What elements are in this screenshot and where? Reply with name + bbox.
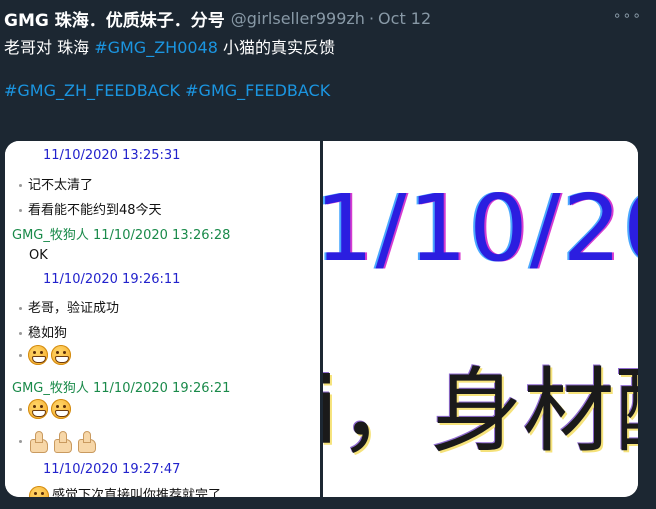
tweet-text-line-2: #GMG_ZH_FEEDBACK #GMG_FEEDBACK bbox=[4, 81, 330, 100]
chat-message: 稳如狗 bbox=[19, 322, 67, 341]
chat-message: 记不太清了 bbox=[19, 174, 93, 193]
chat-message: 看看能不能约到48今天 bbox=[19, 199, 162, 218]
grinning-face-icon bbox=[51, 345, 71, 365]
bullet-icon bbox=[19, 307, 22, 310]
tweet-date[interactable]: Oct 12 bbox=[378, 9, 431, 28]
tweet-media[interactable]: 11/10/2020 13:25:31 记不太清了 看看能不能约到48今天 GM… bbox=[5, 141, 638, 497]
chat-timestamp: 11/10/2020 19:26:11 bbox=[43, 272, 181, 287]
chat-message-text: 感觉下次直接叫你推荐就完了 bbox=[52, 488, 222, 497]
chat-sender: GMG_牧狗人 11/10/2020 19:26:21 bbox=[12, 381, 231, 396]
chat-message bbox=[19, 345, 74, 365]
chat-message-text: 老哥，验证成功 bbox=[28, 301, 120, 316]
tweet: GMG 珠海．优质妹子．分号 @girlseller999zh · Oct 12… bbox=[0, 0, 656, 509]
thumbs-up-icon bbox=[52, 430, 74, 453]
chat-message bbox=[19, 399, 74, 419]
bullet-icon bbox=[19, 332, 22, 335]
zoomed-screenshot-image[interactable]: 1/10/202 i，身材酊 bbox=[323, 141, 638, 497]
chat-message: 感觉下次直接叫你推荐就完了 bbox=[29, 484, 221, 497]
bullet-icon bbox=[19, 353, 22, 357]
grinning-face-icon bbox=[28, 399, 48, 419]
tweet-header: GMG 珠海．优质妹子．分号 @girlseller999zh · Oct 12 bbox=[4, 6, 431, 31]
chat-sender: GMG_牧狗人 11/10/2020 13:26:28 bbox=[12, 228, 231, 243]
grinning-face-icon bbox=[28, 345, 48, 365]
separator-dot: · bbox=[368, 8, 375, 28]
hashtag-gmg-zh-feedback[interactable]: #GMG_ZH_FEEDBACK bbox=[4, 81, 180, 100]
chat-message bbox=[19, 430, 100, 453]
chat-timestamp: 11/10/2020 13:25:31 bbox=[43, 148, 181, 163]
chat-message: 老哥，验证成功 bbox=[19, 297, 119, 316]
user-handle[interactable]: @girlseller999zh bbox=[231, 9, 365, 28]
bullet-icon bbox=[19, 407, 22, 411]
chat-message-text: 记不太清了 bbox=[28, 178, 94, 193]
tweet-text-line-1: 老哥对 珠海 #GMG_ZH0048 小猫的真实反馈 bbox=[4, 34, 335, 58]
tweet-text-prefix: 老哥对 珠海 bbox=[4, 38, 95, 57]
hashtag-gmg-feedback[interactable]: #GMG_FEEDBACK bbox=[185, 81, 330, 100]
chat-message-text: 看看能不能约到48今天 bbox=[28, 203, 162, 218]
zoomed-date-text: 1/10/202 bbox=[323, 175, 638, 282]
bullet-icon bbox=[19, 209, 22, 212]
hashtag-gmg-zh0048[interactable]: #GMG_ZH0048 bbox=[94, 38, 218, 57]
thumbs-up-icon bbox=[28, 430, 50, 453]
chat-timestamp: 11/10/2020 19:27:47 bbox=[43, 462, 181, 477]
thumbs-up-icon bbox=[76, 430, 98, 453]
grinning-face-icon bbox=[29, 485, 49, 497]
bullet-icon bbox=[19, 439, 22, 443]
grinning-face-icon bbox=[51, 399, 71, 419]
chat-message-text: 稳如狗 bbox=[28, 326, 68, 341]
zoomed-message-text: i，身材酊 bbox=[323, 358, 638, 465]
more-options-icon[interactable]: ∘∘∘ bbox=[613, 8, 642, 24]
bullet-icon bbox=[19, 184, 22, 187]
chat-screenshot-image[interactable]: 11/10/2020 13:25:31 记不太清了 看看能不能约到48今天 GM… bbox=[5, 141, 320, 497]
display-name[interactable]: GMG 珠海．优质妹子．分号 bbox=[4, 6, 225, 31]
tweet-text-suffix: 小猫的真实反馈 bbox=[217, 38, 335, 57]
chat-message: OK bbox=[29, 248, 48, 263]
